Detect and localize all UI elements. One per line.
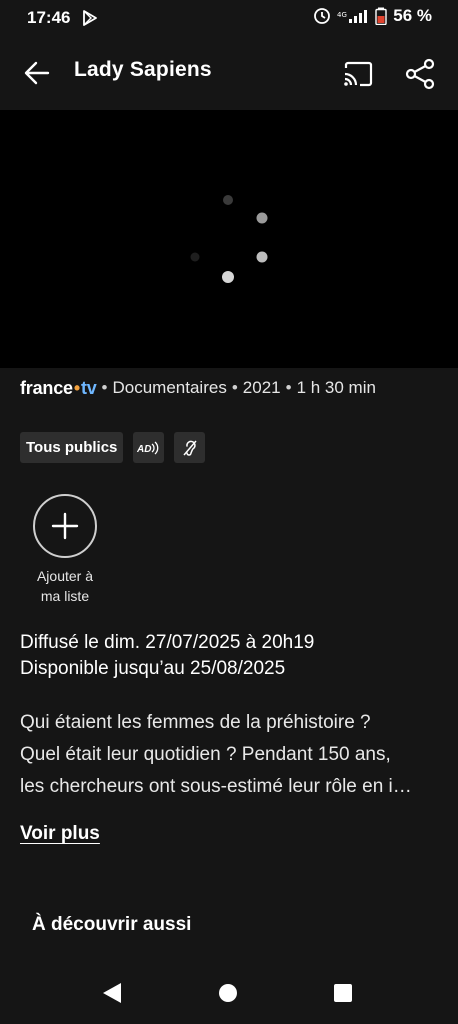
cast-button[interactable] (338, 54, 378, 94)
cast-icon (344, 61, 373, 87)
audience-badge: Tous publics (20, 432, 124, 463)
badges-row: Tous publics AD (20, 432, 206, 463)
play-store-icon (83, 10, 97, 26)
hearing-impaired-icon (183, 440, 197, 456)
nav-recents-icon[interactable] (334, 984, 352, 1002)
add-to-list-label-line1: Ajouter à (36, 568, 94, 584)
france-tv-logo: france • tv (20, 378, 97, 399)
meta-separator: • (231, 378, 238, 397)
logo-tv-text: tv (80, 377, 97, 398)
page-title: Lady Sapiens (74, 58, 212, 81)
logo-dot: • (73, 377, 80, 398)
audio-description-text: AD (137, 444, 151, 455)
status-time: 17:46 (27, 8, 71, 27)
available-until: Disponible jusqu’au 25/08/2025 (20, 658, 286, 679)
battery-icon (375, 7, 387, 25)
nav-home-icon[interactable] (219, 984, 237, 1002)
sync-icon (314, 8, 331, 24)
status-indicators: 4G 56 % (313, 6, 432, 26)
logo-france-text: france (20, 377, 73, 398)
arrow-left-icon (24, 61, 50, 85)
meta-duration: 1 h 30 min (296, 378, 376, 397)
meta-separator: • (101, 378, 108, 397)
plus-icon (51, 512, 79, 540)
audio-description-badge: AD (133, 432, 165, 463)
aired-date: Diffusé le dim. 27/07/2025 à 20h19 (20, 632, 315, 653)
description-line: les chercheurs ont sous-estimé leur rôle… (20, 776, 412, 797)
description-line: Quel était leur quotidien ? Pendant 150 … (20, 744, 391, 765)
status-bar: 17:46 4G 56 % (0, 0, 458, 36)
battery-percent: 56 % (393, 6, 432, 25)
program-description: Qui étaient les femmes de la préhistoire… (20, 707, 440, 803)
program-meta: france • tv • Documentaires • 2021 • 1 h 3… (20, 376, 376, 400)
share-button[interactable] (400, 54, 440, 94)
loading-spinner-icon (190, 195, 268, 283)
app-bar: Lady Sapiens (0, 36, 458, 110)
broadcast-info: Diffusé le dim. 27/07/2025 à 20h19 Dispo… (20, 630, 314, 682)
add-to-list-button[interactable] (33, 494, 97, 558)
hearing-impaired-badge (174, 432, 206, 463)
add-to-list-label-line2: ma liste (40, 588, 90, 604)
signal-icon: 4G (337, 10, 368, 23)
meta-separator: • (285, 378, 292, 397)
discover-section-title: À découvrir aussi (32, 914, 192, 935)
back-button[interactable] (16, 52, 58, 94)
description-line: Qui étaient les femmes de la préhistoire… (20, 712, 371, 733)
meta-year: 2021 (242, 378, 281, 397)
svg-text:4G: 4G (337, 11, 347, 19)
meta-genre: Documentaires (112, 378, 227, 397)
voir-plus-link[interactable]: Voir plus (20, 823, 100, 845)
add-to-list-label: Ajouter à ma liste (20, 566, 110, 606)
video-player[interactable] (0, 110, 458, 368)
audio-description-icon: AD (137, 441, 159, 455)
share-icon (405, 58, 435, 90)
system-nav-bar (0, 962, 458, 1024)
nav-back-icon[interactable] (102, 982, 122, 1004)
